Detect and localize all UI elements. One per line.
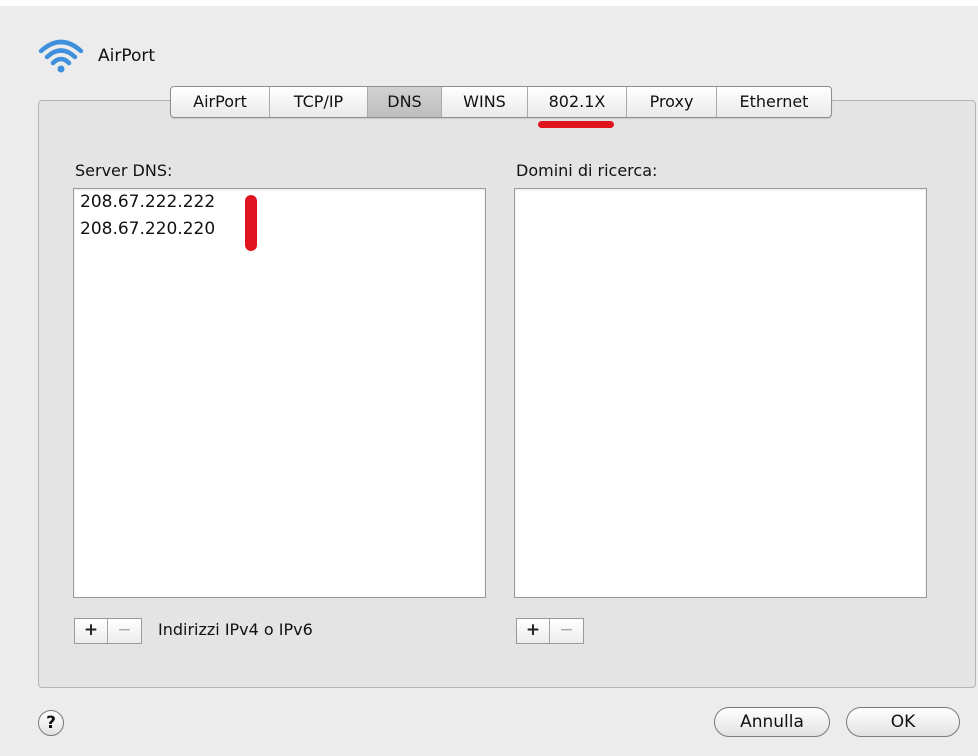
top-strip [0,0,978,6]
add-dns-button[interactable]: + [75,619,108,643]
tab-ethernet[interactable]: Ethernet [717,87,831,117]
tab-tcpip[interactable]: TCP/IP [270,87,368,117]
remove-domain-button[interactable]: − [550,619,583,643]
tab-8021x[interactable]: 802.1X [528,87,627,117]
help-button[interactable]: ? [38,710,64,736]
annotation-bracket [245,195,257,251]
service-title: AirPort [98,46,156,66]
dns-server-entry[interactable]: 208.67.220.220 [74,216,485,243]
add-domain-button[interactable]: + [517,619,550,643]
wifi-icon [38,39,84,73]
dns-server-list[interactable]: 208.67.222.222 208.67.220.220 [73,188,486,598]
tab-airport[interactable]: AirPort [171,87,270,117]
dns-servers-label: Server DNS: [75,161,173,180]
search-domains-label: Domini di ricerca: [516,161,658,180]
cancel-button[interactable]: Annulla [714,707,830,737]
dns-server-entry[interactable]: 208.67.222.222 [74,189,485,216]
tab-proxy[interactable]: Proxy [627,87,717,117]
tab-wins[interactable]: WINS [442,87,528,117]
dns-add-remove-group: + − [74,618,142,644]
annotation-underline [538,121,614,128]
dns-hint-text: Indirizzi IPv4 o IPv6 [158,620,313,639]
tab-bar: AirPort TCP/IP DNS WINS 802.1X Proxy Eth… [170,86,832,118]
domain-add-remove-group: + − [516,618,584,644]
remove-dns-button[interactable]: − [108,619,141,643]
ok-button[interactable]: OK [846,707,960,737]
tab-dns[interactable]: DNS [368,87,442,117]
window-header: AirPort [38,36,155,76]
search-domain-list[interactable] [514,188,927,598]
